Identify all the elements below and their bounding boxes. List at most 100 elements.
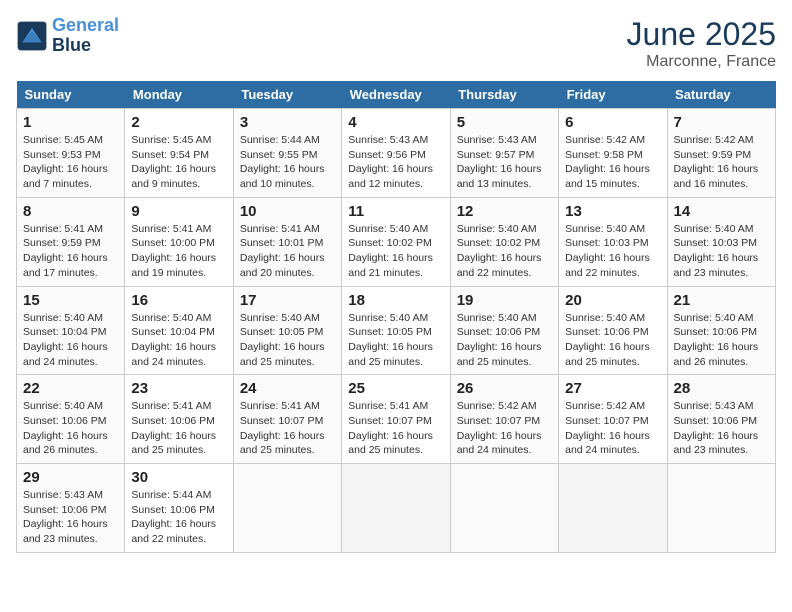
calendar-day-27: 27 Sunrise: 5:42 AM Sunset: 10:07 PM Day… [559, 375, 667, 464]
day-info: Sunrise: 5:42 AM Sunset: 9:58 PM Dayligh… [565, 133, 660, 192]
day-info: Sunrise: 5:43 AM Sunset: 9:57 PM Dayligh… [457, 133, 552, 192]
day-number: 6 [565, 114, 660, 131]
day-info: Sunrise: 5:45 AM Sunset: 9:53 PM Dayligh… [23, 133, 118, 192]
day-number: 17 [240, 292, 335, 309]
header-saturday: Saturday [667, 81, 775, 109]
day-info: Sunrise: 5:41 AM Sunset: 10:00 PM Daylig… [131, 222, 226, 281]
day-info: Sunrise: 5:43 AM Sunset: 9:56 PM Dayligh… [348, 133, 443, 192]
day-info: Sunrise: 5:44 AM Sunset: 9:55 PM Dayligh… [240, 133, 335, 192]
calendar-day-26: 26 Sunrise: 5:42 AM Sunset: 10:07 PM Day… [450, 375, 558, 464]
calendar-week-2: 8 Sunrise: 5:41 AM Sunset: 9:59 PM Dayli… [17, 197, 776, 286]
calendar-day-6: 6 Sunrise: 5:42 AM Sunset: 9:58 PM Dayli… [559, 109, 667, 198]
calendar-day-21: 21 Sunrise: 5:40 AM Sunset: 10:06 PM Day… [667, 286, 775, 375]
day-number: 20 [565, 292, 660, 309]
calendar-week-1: 1 Sunrise: 5:45 AM Sunset: 9:53 PM Dayli… [17, 109, 776, 198]
day-info: Sunrise: 5:41 AM Sunset: 10:07 PM Daylig… [240, 399, 335, 458]
weekday-header-row: Sunday Monday Tuesday Wednesday Thursday… [17, 81, 776, 109]
day-number: 29 [23, 469, 118, 486]
day-number: 19 [457, 292, 552, 309]
calendar-day-8: 8 Sunrise: 5:41 AM Sunset: 9:59 PM Dayli… [17, 197, 125, 286]
calendar-day-25: 25 Sunrise: 5:41 AM Sunset: 10:07 PM Day… [342, 375, 450, 464]
calendar-day-19: 19 Sunrise: 5:40 AM Sunset: 10:06 PM Day… [450, 286, 558, 375]
day-info: Sunrise: 5:40 AM Sunset: 10:04 PM Daylig… [131, 311, 226, 370]
calendar-day-10: 10 Sunrise: 5:41 AM Sunset: 10:01 PM Day… [233, 197, 341, 286]
day-info: Sunrise: 5:40 AM Sunset: 10:02 PM Daylig… [457, 222, 552, 281]
day-info: Sunrise: 5:41 AM Sunset: 10:01 PM Daylig… [240, 222, 335, 281]
logo: General Blue [16, 16, 119, 56]
calendar-empty [233, 464, 341, 553]
day-number: 30 [131, 469, 226, 486]
calendar-day-15: 15 Sunrise: 5:40 AM Sunset: 10:04 PM Day… [17, 286, 125, 375]
day-number: 21 [674, 292, 769, 309]
calendar-day-9: 9 Sunrise: 5:41 AM Sunset: 10:00 PM Dayl… [125, 197, 233, 286]
calendar-day-12: 12 Sunrise: 5:40 AM Sunset: 10:02 PM Day… [450, 197, 558, 286]
calendar-day-3: 3 Sunrise: 5:44 AM Sunset: 9:55 PM Dayli… [233, 109, 341, 198]
calendar-day-16: 16 Sunrise: 5:40 AM Sunset: 10:04 PM Day… [125, 286, 233, 375]
calendar-day-7: 7 Sunrise: 5:42 AM Sunset: 9:59 PM Dayli… [667, 109, 775, 198]
day-info: Sunrise: 5:40 AM Sunset: 10:06 PM Daylig… [23, 399, 118, 458]
header-monday: Monday [125, 81, 233, 109]
day-info: Sunrise: 5:40 AM Sunset: 10:06 PM Daylig… [674, 311, 769, 370]
day-info: Sunrise: 5:42 AM Sunset: 10:07 PM Daylig… [457, 399, 552, 458]
day-number: 22 [23, 380, 118, 397]
logo-text-line1: General [52, 16, 119, 36]
calendar-empty [342, 464, 450, 553]
day-number: 18 [348, 292, 443, 309]
day-number: 24 [240, 380, 335, 397]
calendar-day-5: 5 Sunrise: 5:43 AM Sunset: 9:57 PM Dayli… [450, 109, 558, 198]
day-info: Sunrise: 5:40 AM Sunset: 10:05 PM Daylig… [240, 311, 335, 370]
calendar-week-3: 15 Sunrise: 5:40 AM Sunset: 10:04 PM Day… [17, 286, 776, 375]
calendar-day-20: 20 Sunrise: 5:40 AM Sunset: 10:06 PM Day… [559, 286, 667, 375]
calendar-empty [667, 464, 775, 553]
day-number: 8 [23, 203, 118, 220]
day-number: 11 [348, 203, 443, 220]
day-number: 2 [131, 114, 226, 131]
calendar-day-1: 1 Sunrise: 5:45 AM Sunset: 9:53 PM Dayli… [17, 109, 125, 198]
header-sunday: Sunday [17, 81, 125, 109]
day-number: 1 [23, 114, 118, 131]
logo-icon [16, 20, 48, 52]
day-number: 26 [457, 380, 552, 397]
month-title: June 2025 [627, 16, 776, 53]
location: Marconne, France [627, 53, 776, 71]
day-info: Sunrise: 5:43 AM Sunset: 10:06 PM Daylig… [23, 488, 118, 547]
header-friday: Friday [559, 81, 667, 109]
day-number: 25 [348, 380, 443, 397]
day-info: Sunrise: 5:42 AM Sunset: 10:07 PM Daylig… [565, 399, 660, 458]
calendar-day-23: 23 Sunrise: 5:41 AM Sunset: 10:06 PM Day… [125, 375, 233, 464]
day-info: Sunrise: 5:40 AM Sunset: 10:06 PM Daylig… [457, 311, 552, 370]
day-number: 7 [674, 114, 769, 131]
day-info: Sunrise: 5:40 AM Sunset: 10:05 PM Daylig… [348, 311, 443, 370]
calendar-empty [559, 464, 667, 553]
header-tuesday: Tuesday [233, 81, 341, 109]
day-info: Sunrise: 5:40 AM Sunset: 10:06 PM Daylig… [565, 311, 660, 370]
calendar-table: Sunday Monday Tuesday Wednesday Thursday… [16, 81, 776, 553]
page-header: General Blue June 2025 Marconne, France [16, 16, 776, 71]
calendar-empty [450, 464, 558, 553]
header-wednesday: Wednesday [342, 81, 450, 109]
day-info: Sunrise: 5:41 AM Sunset: 10:06 PM Daylig… [131, 399, 226, 458]
calendar-day-30: 30 Sunrise: 5:44 AM Sunset: 10:06 PM Day… [125, 464, 233, 553]
title-block: June 2025 Marconne, France [627, 16, 776, 71]
day-number: 3 [240, 114, 335, 131]
day-info: Sunrise: 5:41 AM Sunset: 9:59 PM Dayligh… [23, 222, 118, 281]
calendar-day-24: 24 Sunrise: 5:41 AM Sunset: 10:07 PM Day… [233, 375, 341, 464]
calendar-day-4: 4 Sunrise: 5:43 AM Sunset: 9:56 PM Dayli… [342, 109, 450, 198]
header-thursday: Thursday [450, 81, 558, 109]
calendar-day-22: 22 Sunrise: 5:40 AM Sunset: 10:06 PM Day… [17, 375, 125, 464]
day-info: Sunrise: 5:40 AM Sunset: 10:03 PM Daylig… [674, 222, 769, 281]
calendar-day-18: 18 Sunrise: 5:40 AM Sunset: 10:05 PM Day… [342, 286, 450, 375]
logo-text-line2: Blue [52, 36, 119, 56]
day-info: Sunrise: 5:45 AM Sunset: 9:54 PM Dayligh… [131, 133, 226, 192]
calendar-day-2: 2 Sunrise: 5:45 AM Sunset: 9:54 PM Dayli… [125, 109, 233, 198]
day-number: 15 [23, 292, 118, 309]
calendar-day-14: 14 Sunrise: 5:40 AM Sunset: 10:03 PM Day… [667, 197, 775, 286]
day-number: 23 [131, 380, 226, 397]
day-info: Sunrise: 5:42 AM Sunset: 9:59 PM Dayligh… [674, 133, 769, 192]
day-info: Sunrise: 5:41 AM Sunset: 10:07 PM Daylig… [348, 399, 443, 458]
calendar-week-4: 22 Sunrise: 5:40 AM Sunset: 10:06 PM Day… [17, 375, 776, 464]
day-number: 14 [674, 203, 769, 220]
calendar-week-5: 29 Sunrise: 5:43 AM Sunset: 10:06 PM Day… [17, 464, 776, 553]
day-info: Sunrise: 5:43 AM Sunset: 10:06 PM Daylig… [674, 399, 769, 458]
day-number: 10 [240, 203, 335, 220]
